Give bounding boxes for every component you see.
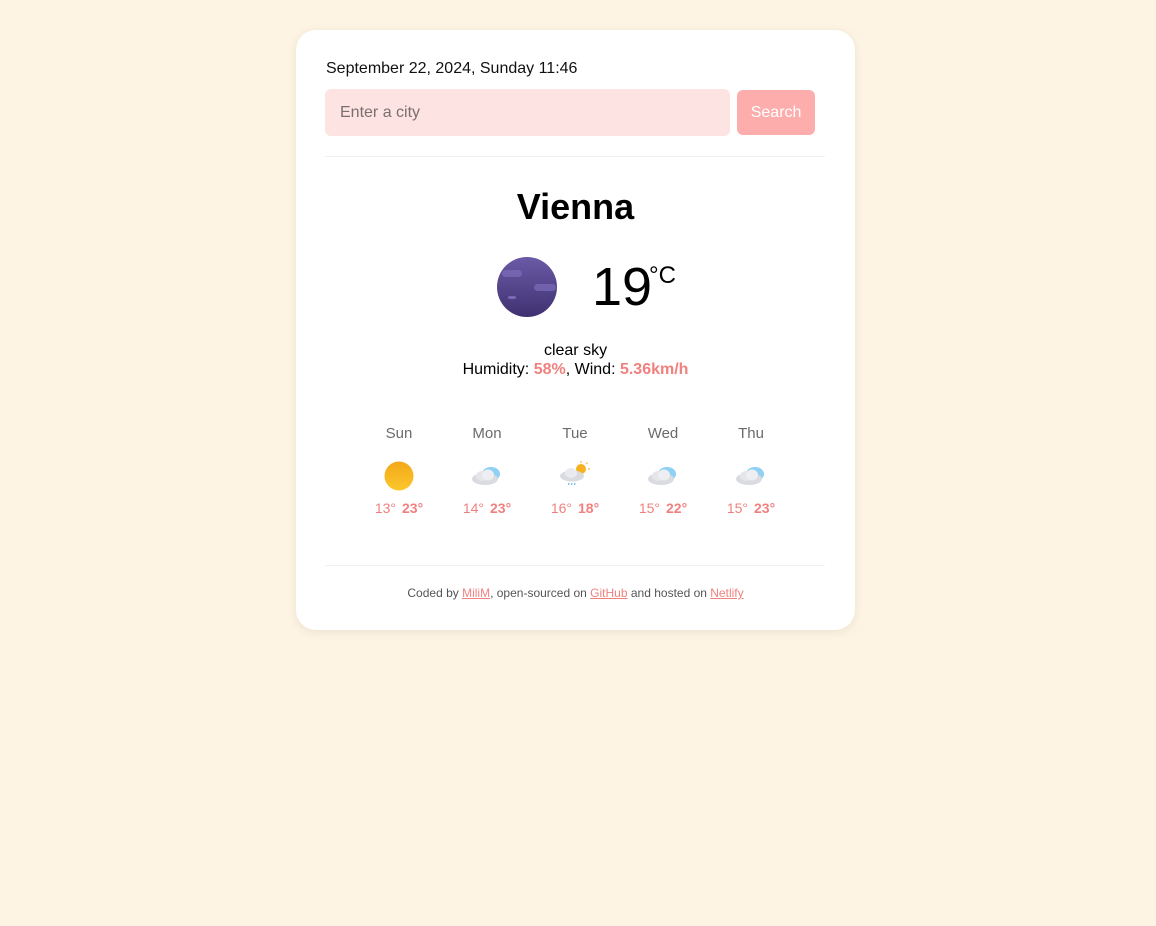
humidity-label: Humidity: [462, 361, 534, 378]
github-link[interactable]: GitHub [590, 586, 627, 600]
netlify-link[interactable]: Netlify [710, 586, 743, 600]
search-button[interactable]: Search [737, 90, 815, 135]
forecast-day: Sun 13° 23° [355, 424, 443, 534]
forecast-max-temp: 23° [490, 500, 512, 516]
weather-card: September 22, 2024, Sunday 11:46 Search … [296, 30, 855, 630]
footer: Coded by MiliM, open-sourced on GitHub a… [296, 586, 855, 600]
forecast-temps: 15° 23° [707, 500, 795, 516]
bottom-divider [325, 565, 825, 566]
footer-prefix: Coded by [407, 586, 463, 600]
forecast-min-temp: 15° [638, 500, 660, 516]
humidity-value: 58% [533, 361, 566, 378]
forecast-list: Sun 13° 23° Mon 14° 23° Tue 16° 18° Wed … [355, 424, 795, 534]
wind-value: 5.36km/h [619, 361, 689, 378]
forecast-min-temp: 16° [550, 500, 572, 516]
forecast-min-temp: 13° [374, 500, 396, 516]
forecast-day: Wed 15° 22° [619, 424, 707, 534]
wind-label: , Wind: [565, 361, 620, 378]
sun-icon [384, 461, 414, 491]
forecast-min-temp: 14° [462, 500, 484, 516]
city-search-input[interactable] [325, 89, 731, 136]
forecast-max-temp: 22° [666, 500, 688, 516]
forecast-day-name: Tue [562, 425, 588, 442]
cloud-icon [736, 467, 764, 485]
forecast-max-temp: 23° [402, 500, 424, 516]
temperature-unit: °C [649, 262, 676, 289]
cloud-icon [472, 467, 500, 485]
city-name: Vienna [516, 186, 635, 227]
night-clear-moon-icon [497, 257, 557, 317]
rain-sun-icon [560, 461, 590, 486]
author-link[interactable]: MiliM [462, 586, 490, 600]
forecast-temps: 16° 18° [531, 500, 619, 516]
current-weather: 19 °C [496, 256, 696, 320]
cloud-icon [648, 467, 676, 485]
forecast-day-name: Sun [385, 425, 413, 442]
forecast-day-name: Wed [647, 425, 679, 442]
weather-description: clear sky [543, 342, 608, 359]
forecast-temps: 13° 23° [355, 500, 443, 516]
search-form: Search [325, 89, 815, 136]
forecast-day: Tue 16° 18° [531, 424, 619, 534]
forecast-max-temp: 23° [754, 500, 776, 516]
forecast-day-name: Thu [738, 425, 764, 442]
current-temperature: 19 [592, 257, 653, 317]
forecast-day: Mon 14° 23° [443, 424, 531, 534]
forecast-min-temp: 15° [726, 500, 748, 516]
forecast-day: Thu 15° 23° [707, 424, 795, 534]
footer-middle-1: , open-sourced on [490, 586, 591, 600]
current-datetime: September 22, 2024, Sunday 11:46 [326, 60, 578, 77]
forecast-day-name: Mon [472, 425, 502, 442]
forecast-temps: 14° 23° [443, 500, 531, 516]
top-divider [325, 156, 825, 157]
forecast-temps: 15° 22° [619, 500, 707, 516]
footer-middle-2: and hosted on [627, 586, 711, 600]
forecast-max-temp: 18° [578, 500, 600, 516]
weather-details: Humidity: 58%, Wind: 5.36km/h [296, 361, 855, 379]
